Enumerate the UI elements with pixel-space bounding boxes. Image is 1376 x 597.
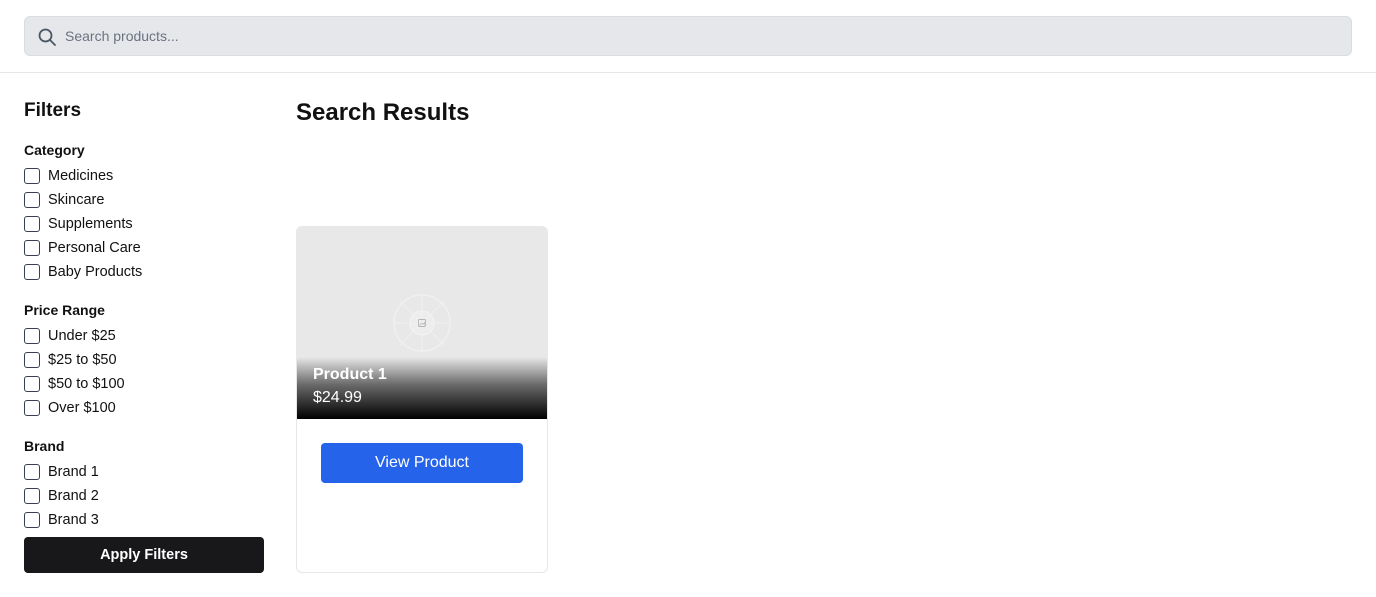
product-price: $24.99: [313, 389, 362, 406]
page-title: Search Results: [296, 99, 470, 126]
search-input[interactable]: [65, 17, 1345, 55]
filter-option-brand-1[interactable]: Brand 1: [24, 460, 264, 484]
filter-option-baby-products[interactable]: Baby Products: [24, 260, 264, 284]
search-icon: [38, 28, 56, 46]
checkbox[interactable]: [24, 488, 40, 504]
filter-option-label: Supplements: [48, 216, 133, 232]
filter-option-label: Personal Care: [48, 240, 141, 256]
filter-option-label: Brand 1: [48, 464, 99, 480]
checkbox[interactable]: [24, 168, 40, 184]
filter-option-label: Under $25: [48, 328, 116, 344]
checkbox[interactable]: [24, 216, 40, 232]
apply-filters-button[interactable]: Apply Filters: [24, 537, 264, 573]
checkbox[interactable]: [24, 376, 40, 392]
filter-option-label: Brand 2: [48, 488, 99, 504]
checkbox[interactable]: [24, 352, 40, 368]
checkbox[interactable]: [24, 512, 40, 528]
search-bar[interactable]: [24, 16, 1352, 56]
filter-option-under-25[interactable]: Under $25: [24, 324, 264, 348]
view-product-button[interactable]: View Product: [321, 443, 523, 483]
product-name: Product 1: [313, 366, 387, 383]
filter-option-label: Skincare: [48, 192, 105, 208]
checkbox[interactable]: [24, 192, 40, 208]
price-range-heading: Price Range: [24, 302, 105, 318]
checkbox[interactable]: [24, 400, 40, 416]
filter-option-label: Over $100: [48, 400, 116, 416]
brand-options: Brand 1 Brand 2 Brand 3: [24, 460, 264, 532]
filters-title: Filters: [24, 100, 82, 121]
brand-heading: Brand: [24, 438, 65, 454]
price-range-options: Under $25 $25 to $50 $50 to $100 Over $1…: [24, 324, 264, 420]
filter-option-medicines[interactable]: Medicines: [24, 164, 264, 188]
filter-option-over-100[interactable]: Over $100: [24, 396, 264, 420]
top-bar: [0, 0, 1376, 73]
category-heading: Category: [24, 142, 85, 158]
filter-option-personal-care[interactable]: Personal Care: [24, 236, 264, 260]
filter-option-label: Brand 3: [48, 512, 99, 528]
filter-option-label: Baby Products: [48, 264, 143, 280]
filter-option-label: $50 to $100: [48, 376, 125, 392]
checkbox[interactable]: [24, 328, 40, 344]
checkbox[interactable]: [24, 264, 40, 280]
filter-option-50-to-100[interactable]: $50 to $100: [24, 372, 264, 396]
filters-sidebar: Filters Category Medicines Skincare Supp…: [24, 98, 264, 532]
filter-option-label: $25 to $50: [48, 352, 117, 368]
category-options: Medicines Skincare Supplements Personal …: [24, 164, 264, 284]
checkbox[interactable]: [24, 240, 40, 256]
checkbox[interactable]: [24, 464, 40, 480]
filter-option-brand-3[interactable]: Brand 3: [24, 508, 264, 532]
filter-option-brand-2[interactable]: Brand 2: [24, 484, 264, 508]
product-card: Product 1 $24.99 View Product: [296, 226, 548, 573]
filter-option-supplements[interactable]: Supplements: [24, 212, 264, 236]
filter-option-label: Medicines: [48, 168, 114, 184]
filter-option-25-to-50[interactable]: $25 to $50: [24, 348, 264, 372]
image-placeholder-icon: [393, 294, 451, 352]
filter-option-skincare[interactable]: Skincare: [24, 188, 264, 212]
